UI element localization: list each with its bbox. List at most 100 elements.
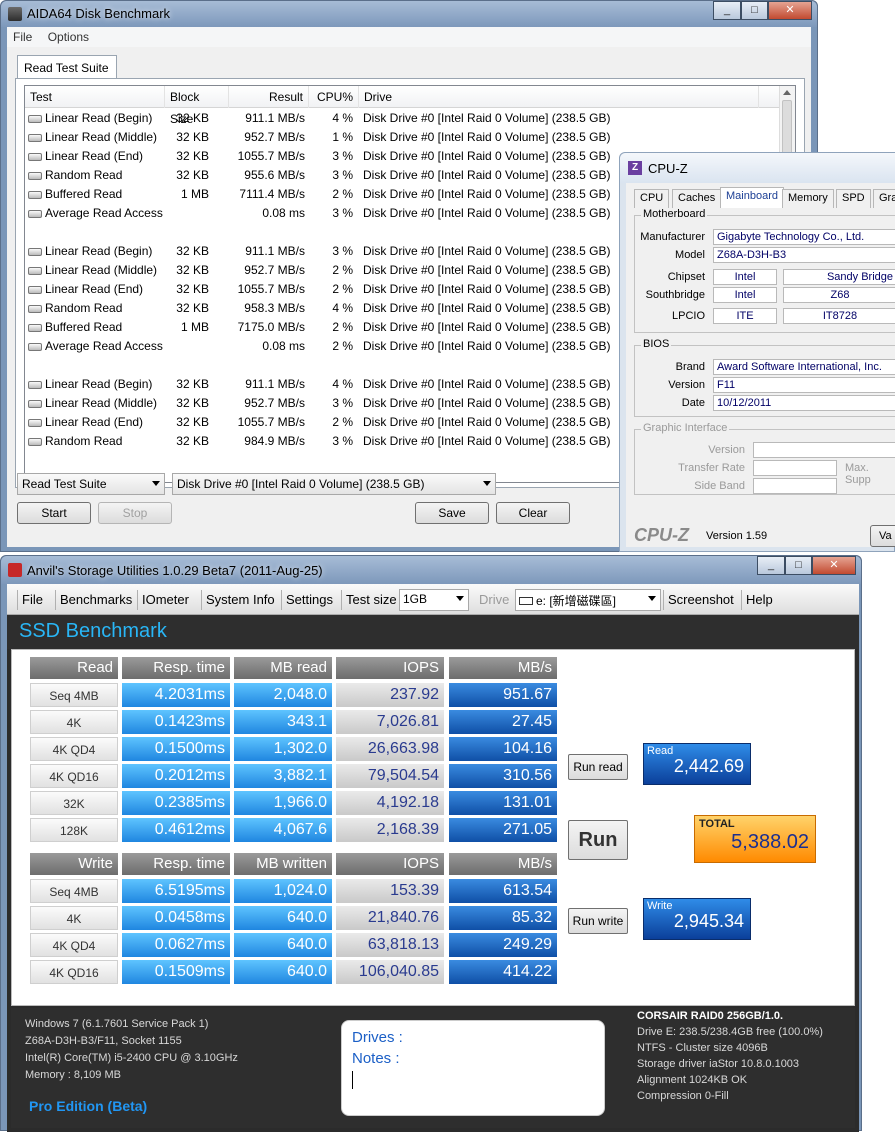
menu-file[interactable]: File — [7, 27, 38, 47]
maximize-button[interactable]: □ — [741, 1, 768, 20]
drive-select[interactable]: e: [新增磁碟區] — [515, 589, 661, 611]
cell-resp-time: 0.0627ms — [122, 933, 230, 957]
row-test: Linear Read (Middle) — [28, 394, 164, 413]
start-button[interactable]: Start — [17, 502, 91, 524]
tab-graphics[interactable]: Gra — [873, 189, 895, 208]
cell-resp-time: 0.4612ms — [122, 818, 230, 842]
row-block-size: 1 MB — [165, 185, 209, 204]
tab-read-test-suite[interactable]: Read Test Suite — [17, 55, 117, 79]
sysinfo-memory: Memory : 8,109 MB — [25, 1069, 121, 1081]
row-result-text: 1055.7 MB/s — [237, 149, 305, 163]
info-footer: Windows 7 (6.1.7601 Service Pack 1) Z68A… — [11, 1008, 855, 1128]
hdr-iops: IOPS — [336, 853, 444, 875]
menu-screenshot[interactable]: Screenshot — [663, 590, 738, 610]
row-test-text: Buffered Read — [45, 320, 123, 334]
row-cpu: 4 % — [309, 109, 353, 128]
cell-iops: 106,040.85 — [336, 960, 444, 984]
col-block-size[interactable]: Block Size — [165, 86, 229, 126]
tab-caches[interactable]: Caches — [672, 189, 722, 208]
notes-area[interactable]: Drives : Notes : — [341, 1020, 605, 1116]
save-button[interactable]: Save — [415, 502, 489, 524]
run-read-button[interactable]: Run read — [568, 754, 628, 780]
col-test[interactable]: Test — [25, 86, 165, 108]
row-result: 911.1 MB/s — [229, 242, 305, 261]
minimize-button[interactable]: _ — [713, 1, 741, 20]
row-cpu: 3 % — [309, 147, 353, 166]
close-button[interactable]: ✕ — [812, 556, 856, 575]
run-write-button[interactable]: Run write — [568, 908, 628, 934]
menu-options[interactable]: Options — [42, 27, 95, 47]
disk-drive-icon — [28, 191, 42, 199]
cell-mbs: 613.54 — [449, 879, 557, 903]
disk-drive-icon — [28, 267, 42, 275]
row-result: 7175.0 MB/s — [229, 318, 305, 337]
row-drive-text: Disk Drive #0 [Intel Raid 0 Volume] (238… — [363, 263, 611, 277]
disk-drive-icon — [28, 286, 42, 294]
stop-button[interactable]: Stop — [98, 502, 172, 524]
row-test: Linear Read (Begin) — [28, 242, 164, 261]
manufacturer-label: Manufacturer — [640, 231, 705, 243]
row-cpu-text: 2 % — [332, 263, 353, 277]
row-test-text: Linear Read (End) — [45, 282, 144, 296]
row-cpu: 2 % — [309, 337, 353, 356]
menu-iometer[interactable]: IOmeter — [137, 590, 193, 610]
table-row[interactable]: Linear Read (Middle) 32 KB 952.7 MB/s 1 % Di… — [25, 128, 781, 147]
ssd-benchmark-banner: SSD Benchmark — [7, 615, 859, 649]
maximize-button[interactable]: □ — [785, 556, 812, 575]
anvil-app-icon — [8, 563, 22, 577]
row-cpu-text: 3 % — [332, 206, 353, 220]
col-cpu[interactable]: CPU% — [309, 86, 359, 108]
graphic-interface-title: Graphic Interface — [641, 422, 730, 434]
row-drive-text: Disk Drive #0 [Intel Raid 0 Volume] (238… — [363, 396, 611, 410]
motherboard-title: Motherboard — [641, 208, 708, 220]
menu-help[interactable]: Help — [741, 590, 777, 610]
row-block-size — [165, 356, 209, 375]
close-button[interactable]: ✕ — [768, 1, 812, 20]
southbridge-vendor: Intel — [713, 287, 777, 303]
row-block-size: 32 KB — [165, 261, 209, 280]
tab-spd[interactable]: SPD — [836, 189, 871, 208]
tab-cpu[interactable]: CPU — [634, 189, 670, 208]
row-block-size-text: 32 KB — [176, 244, 209, 258]
write-score-label: Write — [647, 900, 673, 912]
menu-settings[interactable]: Settings — [281, 590, 337, 610]
menu-system-info[interactable]: System Info — [201, 590, 279, 610]
anvil-titlebar[interactable]: Anvil's Storage Utilities 1.0.29 Beta7 (… — [1, 556, 861, 584]
hdr-mbs: MB/s — [449, 657, 557, 679]
tab-mainboard[interactable]: Mainboard — [720, 187, 784, 208]
disk-drive-icon — [28, 343, 42, 351]
aida64-titlebar[interactable]: AIDA64 Disk Benchmark _ □ ✕ — [1, 1, 817, 27]
drive-select[interactable]: Disk Drive #0 [Intel Raid 0 Volume] (238… — [172, 473, 496, 495]
cell-iops: 7,026.81 — [336, 710, 444, 734]
menu-benchmarks[interactable]: Benchmarks — [55, 590, 136, 610]
row-cpu-text: 2 % — [332, 339, 353, 353]
row-result — [229, 356, 305, 375]
row-cpu-text: 3 % — [332, 149, 353, 163]
row-test: Buffered Read — [28, 318, 164, 337]
run-button[interactable]: Run — [568, 820, 628, 860]
manufacturer-value: Gigabyte Technology Co., Ltd. — [713, 229, 895, 245]
cell-resp-time: 0.1500ms — [122, 737, 230, 761]
row-result: 1055.7 MB/s — [229, 280, 305, 299]
table-row[interactable]: Linear Read (Begin) 32 KB 911.1 MB/s 4 % Dis… — [25, 109, 781, 128]
scroll-up-icon[interactable] — [783, 90, 791, 95]
col-drive[interactable]: Drive — [359, 86, 759, 108]
menu-file[interactable]: File — [17, 590, 47, 610]
hdr-mbs: MB/s — [449, 853, 557, 875]
cell-mb: 343.1 — [234, 710, 332, 734]
col-result[interactable]: Result — [229, 86, 309, 108]
clear-button[interactable]: Clear — [496, 502, 570, 524]
cell-test: 4K — [30, 906, 118, 930]
pro-edition-link[interactable]: Pro Edition (Beta) — [29, 1098, 147, 1114]
tab-memory[interactable]: Memory — [782, 189, 834, 208]
row-result-text: 952.7 MB/s — [244, 263, 305, 277]
test-size-select[interactable]: 1GB — [399, 589, 469, 611]
row-result: 1055.7 MB/s — [229, 147, 305, 166]
row-result — [229, 223, 305, 242]
cpuz-titlebar[interactable]: Z CPU-Z — [620, 153, 895, 183]
row-block-size: 1 MB — [165, 318, 209, 337]
suite-select[interactable]: Read Test Suite — [17, 473, 165, 495]
validate-button[interactable]: Va — [870, 525, 895, 547]
minimize-button[interactable]: _ — [757, 556, 785, 575]
row-test-text: Linear Read (Begin) — [45, 377, 153, 391]
